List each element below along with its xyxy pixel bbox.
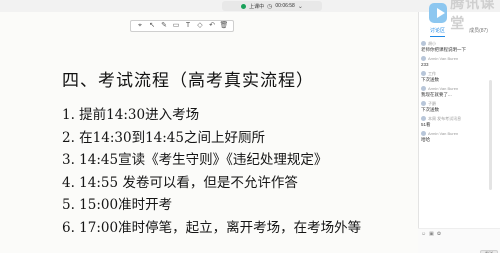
class-timer: 00:06:58 <box>275 3 295 9</box>
play-logo-icon <box>429 3 448 23</box>
slide-content: 1. 提前14:30进入考场 2. 在14:30到14:45之间上好厕所 3. … <box>62 103 361 238</box>
chat-username: Armin Van Buren <box>428 86 459 91</box>
chat-username: 胡小 <box>428 40 436 46</box>
chat-message: Armin Van Buren 哈哈 <box>421 130 497 143</box>
eraser-tool-icon[interactable]: ◇ <box>195 21 205 31</box>
chat-message: 胡小 老师你把课程说明一下 <box>421 40 497 53</box>
chat-message: 子爵 下次送数 <box>421 100 497 113</box>
text-tool-icon[interactable]: T <box>183 21 193 31</box>
slide-line: 2. 在14:30到14:45之间上好厕所 <box>62 129 265 146</box>
slide-title: 四、考试流程（高考真实流程） <box>62 71 314 91</box>
chat-username: Armin Van Buren <box>428 56 459 61</box>
classroom-window: 上课中 ◷ 00:06:58 ⌄ ⌖ ↖ ✎ ▭ T ◇ ↶ 🗑 四、考试流程（… <box>0 0 500 253</box>
chat-text: 233 <box>421 62 429 67</box>
avatar <box>421 116 426 121</box>
drag-handle-icon[interactable]: ⌖ <box>135 21 145 31</box>
clock-icon: ◷ <box>267 3 273 10</box>
avatar <box>421 101 426 106</box>
tab-members[interactable]: 成员(87) <box>469 27 488 37</box>
pointer-tool-icon[interactable]: ↖ <box>147 21 157 31</box>
live-status-label: 上课中 <box>249 3 265 10</box>
chevron-down-icon[interactable]: ⌄ <box>298 3 303 10</box>
live-indicator-icon <box>241 3 247 9</box>
chat-message: 本周 发布考试讯息 51看 <box>421 115 497 128</box>
chat-text: 我现在就要了... <box>421 92 452 97</box>
chat-text: 下次送数 <box>421 77 439 82</box>
slide-line: 1. 提前14:30进入考场 <box>62 107 200 123</box>
image-icon[interactable]: ▣ <box>429 231 434 237</box>
live-status-bar: 上课中 ◷ 00:06:58 ⌄ <box>222 1 322 11</box>
chat-message: Armin Van Buren 我现在就要了... <box>421 85 497 98</box>
flower-icon[interactable]: ✿ <box>437 231 441 237</box>
panel-tabs: 讨论区 成员(87) <box>418 27 500 37</box>
chat-username: 本周 发布考试讯息 <box>428 115 462 121</box>
undo-icon[interactable]: ↶ <box>207 21 217 31</box>
avatar <box>421 56 426 61</box>
slide-line: 4. 14:55 发卷可以看，但是不允许作答 <box>62 174 298 191</box>
chat-username: Armin Van Buren <box>428 131 459 136</box>
chat-text: 老师你把课程说明一下 <box>421 47 466 52</box>
slide-line: 6. 17:00准时停笔，起立，离开考场，在考场外等 <box>62 219 362 236</box>
avatar <box>421 71 426 76</box>
avatar <box>421 131 426 136</box>
brand-logo: 腾讯课堂 <box>429 0 500 31</box>
chat-text: 下次送数 <box>421 107 439 112</box>
chat-username: 工作 <box>428 70 436 76</box>
chat-message: 工作 下次送数 <box>421 70 497 83</box>
chat-text: 哈哈 <box>421 137 430 142</box>
trash-icon[interactable]: 🗑 <box>219 21 229 31</box>
chat-text: 51看 <box>421 122 431 127</box>
pen-tool-icon[interactable]: ✎ <box>159 21 169 31</box>
slide-line: 3. 14:45宣读《考生守则》《违纪处理规定》 <box>62 152 328 168</box>
chat-username: 子爵 <box>428 100 436 106</box>
slide-line: 5. 15:00准时开考 <box>62 197 173 213</box>
chat-list: 胡小 老师你把课程说明一下 Armin Van Buren 233 工作 下次送… <box>421 40 497 145</box>
emoji-icon[interactable]: ☺ <box>421 231 426 237</box>
annotation-toolbar: ⌖ ↖ ✎ ▭ T ◇ ↶ 🗑 <box>130 20 234 32</box>
tab-discussion[interactable]: 讨论区 <box>430 27 446 37</box>
avatar <box>421 41 426 46</box>
avatar <box>421 86 426 91</box>
chat-input-tools: ☺ ▣ ✿ <box>421 231 441 237</box>
chat-message: Armin Van Buren 233 <box>421 55 497 68</box>
rectangle-tool-icon[interactable]: ▭ <box>171 21 181 31</box>
